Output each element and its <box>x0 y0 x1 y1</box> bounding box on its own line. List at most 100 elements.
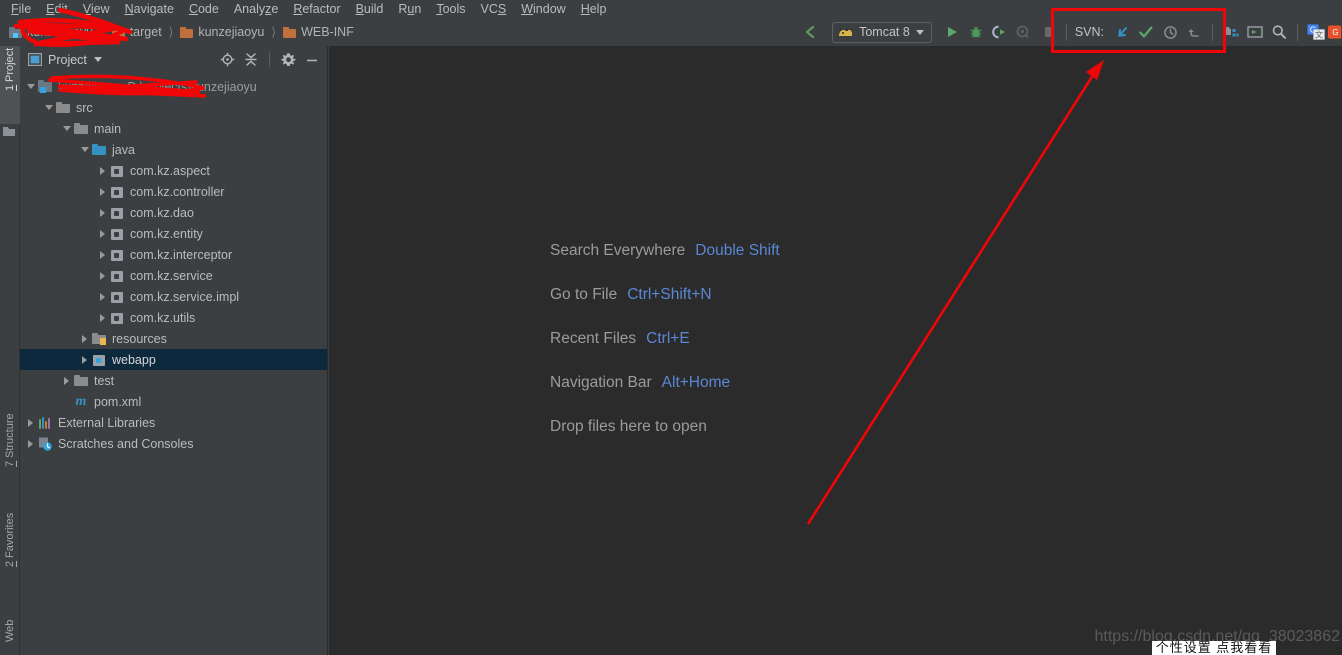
tree-row-com-kz-aspect[interactable]: com.kz.aspect <box>20 160 327 181</box>
folder-icon <box>180 26 194 38</box>
chevron-down-icon[interactable] <box>60 118 73 139</box>
breadcrumb-item-project[interactable]: kunzejiaoyu <box>6 25 96 39</box>
tree-row-com-kz-service[interactable]: com.kz.service <box>20 265 327 286</box>
breadcrumb-label: kunzejiaoyu <box>198 25 265 39</box>
sidebar-tab-project[interactable]: 1 Project <box>0 46 20 124</box>
project-structure-button[interactable] <box>1219 20 1243 44</box>
idea-window: File Edit View Navigate Code Analyze Ref… <box>0 0 1342 655</box>
chevron-right-icon[interactable] <box>96 223 109 244</box>
chevron-right-icon[interactable] <box>78 328 91 349</box>
search-everywhere-button[interactable] <box>1267 20 1291 44</box>
tomcat-cat-icon <box>839 27 853 36</box>
tree-row-external-libraries[interactable]: External Libraries <box>20 412 327 433</box>
tree-row-test[interactable]: test <box>20 370 327 391</box>
breadcrumb-item-kunzejiaoyu[interactable]: kunzejiaoyu <box>177 25 267 39</box>
sidebar-tab-favorites[interactable]: 2 Favorites <box>0 511 20 614</box>
google-translate-button[interactable]: G 文 <box>1304 20 1328 44</box>
svn-commit-button[interactable] <box>1134 20 1158 44</box>
project-panel-actions <box>216 49 323 71</box>
tree-row-main[interactable]: main <box>20 118 327 139</box>
settings-button[interactable] <box>277 49 299 71</box>
folder-grey-icon <box>55 100 71 116</box>
menu-item-window[interactable]: Window <box>514 0 572 18</box>
menu-item-tools[interactable]: Tools <box>429 0 472 18</box>
chevron-right-icon[interactable] <box>24 433 37 454</box>
tree-row-com-kz-controller[interactable]: com.kz.controller <box>20 181 327 202</box>
tree-row-resources[interactable]: resources <box>20 328 327 349</box>
breadcrumb-item-web-inf[interactable]: WEB-INF <box>280 25 357 39</box>
menu-item-view[interactable]: View <box>76 0 117 18</box>
menu-item-help[interactable]: Help <box>574 0 614 18</box>
chevron-right-icon[interactable] <box>60 370 73 391</box>
left-tool-strip: 1 Project 7 Structure 2 Favorites Web <box>0 46 20 655</box>
run-configuration-selector[interactable]: Tomcat 8 <box>832 21 932 43</box>
terminal-button[interactable] <box>1243 20 1267 44</box>
menu-item-vcs[interactable]: VCS <box>474 0 514 18</box>
chevron-right-icon[interactable] <box>96 286 109 307</box>
tree-row-java[interactable]: java <box>20 139 327 160</box>
sidebar-tab-label: Favorites <box>4 513 16 559</box>
main-toolbar: kunzejiaoyu ⟩ target ⟩ kunzejiaoyu ⟩ WEB… <box>0 18 1342 46</box>
personal-settings-popup[interactable]: 个性设置 点我看看 <box>1152 641 1276 655</box>
tree-row-pom-xml[interactable]: m pom.xml <box>20 391 327 412</box>
chevron-right-icon[interactable] <box>96 181 109 202</box>
package-icon <box>109 184 125 200</box>
chevron-down-icon[interactable] <box>93 57 102 62</box>
tree-row-src[interactable]: src <box>20 97 327 118</box>
run-with-coverage-button[interactable] <box>988 20 1012 44</box>
tree-row-webapp[interactable]: webapp <box>20 349 327 370</box>
debug-button[interactable] <box>964 20 988 44</box>
collapse-all-button[interactable] <box>240 49 262 71</box>
hint-action-label: Drop files here to open <box>550 418 707 435</box>
menu-item-analyze[interactable]: Analyze <box>227 0 285 18</box>
locate-file-button[interactable] <box>216 49 238 71</box>
menu-item-navigate[interactable]: Navigate <box>118 0 181 18</box>
sidebar-tab-web[interactable]: Web <box>0 618 20 655</box>
chevron-right-icon[interactable] <box>96 160 109 181</box>
toolbar-right-group: Tomcat 8 SVN: G 文 G <box>798 18 1342 46</box>
package-icon <box>109 268 125 284</box>
hide-panel-button[interactable] <box>301 49 323 71</box>
chevron-right-icon[interactable] <box>96 244 109 265</box>
editor-empty-area[interactable]: Search Everywhere Double Shift Go to Fil… <box>329 46 1342 655</box>
tab-index-label: 1 <box>4 85 16 92</box>
menu-item-run[interactable]: Run <box>391 0 428 18</box>
chevron-right-icon[interactable] <box>78 349 91 370</box>
popup-text: 个性设置 点我看看 <box>1155 641 1273 655</box>
chevron-down-icon[interactable] <box>42 97 55 118</box>
menu-item-refactor[interactable]: Refactor <box>286 0 347 18</box>
menu-item-file[interactable]: File <box>4 0 38 18</box>
maven-icon: m <box>75 393 87 409</box>
resources-folder-icon <box>91 331 107 347</box>
folder-icon <box>3 127 16 136</box>
menu-item-build[interactable]: Build <box>349 0 391 18</box>
tree-row-com-kz-utils[interactable]: com.kz.utils <box>20 307 327 328</box>
tree-row-scratches-and-consoles[interactable]: Scratches and Consoles <box>20 433 327 454</box>
menu-item-code[interactable]: Code <box>182 0 226 18</box>
back-arrow-icon[interactable] <box>798 20 822 44</box>
orange-plugin-button[interactable]: G <box>1328 20 1342 44</box>
chevron-right-icon[interactable] <box>96 265 109 286</box>
tree-row-project-root[interactable]: kunzejiaoyu D:\projects\kunzejiaoyu <box>20 76 327 97</box>
menu-item-edit[interactable]: Edit <box>39 0 75 18</box>
sidebar-tab-structure[interactable]: 7 Structure <box>0 411 20 506</box>
profile-button <box>1012 20 1036 44</box>
tree-row-com-kz-service-impl[interactable]: com.kz.service.impl <box>20 286 327 307</box>
breadcrumb-item-target[interactable]: target <box>109 25 165 39</box>
chevron-right-icon[interactable] <box>96 307 109 328</box>
tab-index-label: 2 <box>4 561 16 568</box>
chevron-right-icon[interactable] <box>96 202 109 223</box>
project-tree: kunzejiaoyu D:\projects\kunzejiaoyu src … <box>20 73 327 655</box>
package-icon <box>109 289 125 305</box>
svn-update-button[interactable] <box>1110 20 1134 44</box>
chevron-down-icon[interactable] <box>24 76 37 97</box>
tree-row-label: com.kz.controller <box>130 184 225 199</box>
tree-row-label: com.kz.aspect <box>130 163 210 178</box>
tree-row-com-kz-entity[interactable]: com.kz.entity <box>20 223 327 244</box>
chevron-down-icon[interactable] <box>78 139 91 160</box>
tree-row-com-kz-interceptor[interactable]: com.kz.interceptor <box>20 244 327 265</box>
chevron-right-icon[interactable] <box>24 412 37 433</box>
run-button[interactable] <box>940 20 964 44</box>
tree-row-com-kz-dao[interactable]: com.kz.dao <box>20 202 327 223</box>
